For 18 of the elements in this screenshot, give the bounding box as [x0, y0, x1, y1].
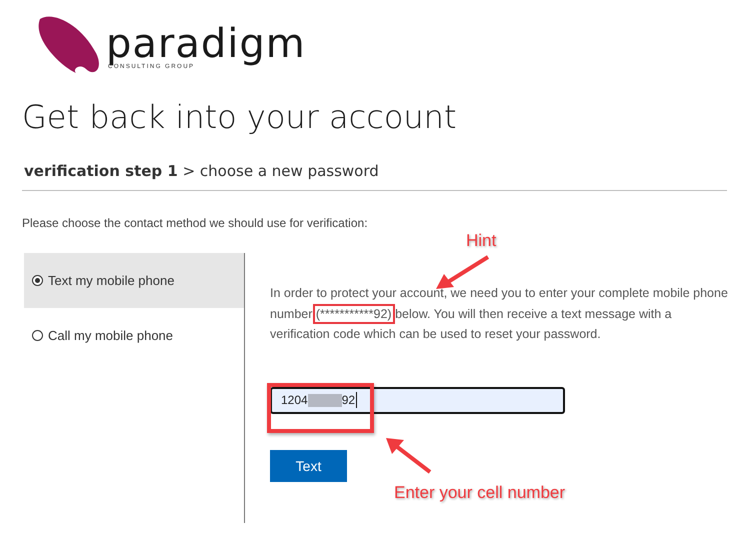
text-button[interactable]: Text [270, 450, 347, 482]
field-value-text: 1204 [281, 393, 308, 407]
phone-field[interactable]: 1204 92 [270, 386, 565, 414]
contact-option[interactable]: Text my mobile phone [24, 253, 244, 308]
redaction-block [308, 394, 342, 406]
radio-button[interactable] [32, 330, 43, 341]
annotation-arrow [434, 254, 492, 290]
annotation-arrow [384, 436, 434, 476]
breadcrumb: verification step 1 > choose a new password [23, 162, 380, 180]
annotation-label: Hint [466, 231, 496, 251]
field-value-text: 92 [342, 393, 356, 407]
contact-option[interactable]: Call my mobile phone [24, 308, 244, 363]
message-text: In order to protect your account, we need you to enter your complete mobile phone number (***********92) below. You will then receive a text message with a verification code which can be used to reset your password. [270, 285, 729, 343]
radio-button[interactable] [32, 275, 43, 286]
annotation-label: Enter your cell number [394, 483, 566, 503]
instruction-text: Please choose the contact method we should use for verification: [22, 216, 369, 230]
logo-name: paradigm [106, 24, 306, 64]
page-title: Get back into your account [22, 98, 458, 136]
